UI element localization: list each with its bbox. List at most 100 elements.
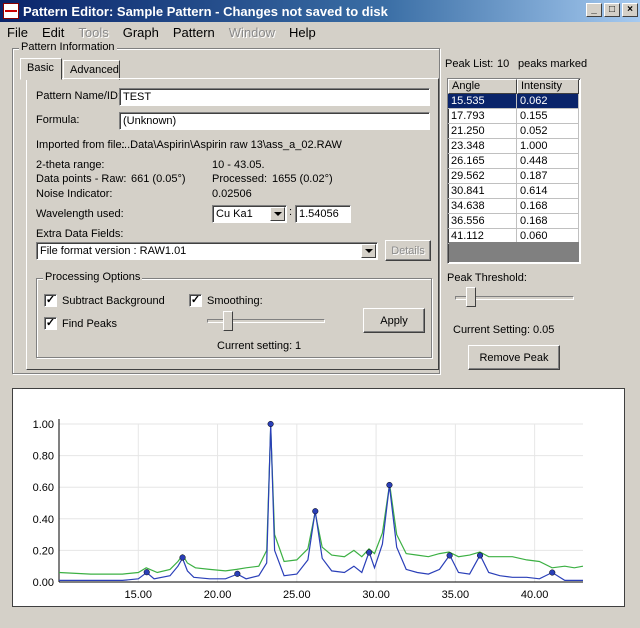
peak-intensity-cell: 1.000 [517, 139, 579, 154]
peak-table-row[interactable]: 26.165 0.448 [448, 154, 580, 169]
menu-bar: File Edit Tools Graph Pattern Window Hel… [0, 22, 640, 42]
peak-marker [366, 549, 373, 556]
peak-angle-cell: 17.793 [448, 109, 517, 124]
tab-advanced[interactable]: Advanced [63, 60, 120, 80]
data-points-raw-value: 661 (0.05°) [131, 173, 186, 185]
peak-intensity-cell: 0.448 [517, 154, 579, 169]
y-tick-label: 0.40 [33, 514, 54, 526]
peak-intensity-cell: 0.187 [517, 169, 579, 184]
wavelength-separator: : [289, 206, 293, 218]
peak-count: 10 [497, 58, 510, 70]
apply-button[interactable]: Apply [363, 308, 425, 333]
smoothing-label: Smoothing: [207, 294, 263, 307]
peak-table-row[interactable]: 23.348 1.000 [448, 139, 580, 154]
peak-angle-cell: 26.165 [448, 154, 517, 169]
imported-from-value: ...Data\Aspirin\Aspirin raw 13\ass_a_02.… [121, 139, 342, 151]
peak-list-label: Peak List: [445, 58, 494, 70]
chevron-down-icon[interactable] [361, 244, 376, 258]
details-button[interactable]: Details [385, 240, 431, 261]
y-tick-label: 0.20 [33, 545, 54, 557]
processed-label: Processed: [212, 173, 268, 185]
peak-table-row[interactable]: 30.841 0.614 [448, 184, 580, 199]
x-tick-label: 40.00 [521, 589, 549, 601]
menu-help[interactable]: Help [282, 25, 323, 40]
menu-window[interactable]: Window [222, 25, 282, 40]
pattern-name-input[interactable]: TEST [119, 88, 430, 106]
menu-edit[interactable]: Edit [35, 25, 71, 40]
y-tick-label: 0.60 [33, 482, 54, 494]
peak-intensity-cell: 0.168 [517, 199, 579, 214]
wavelength-value-input[interactable]: 1.54056 [295, 205, 351, 223]
peak-marker [234, 570, 241, 577]
extra-data-fields-label: Extra Data Fields: [36, 228, 124, 240]
subtract-background-checkbox[interactable]: ✓ [44, 294, 57, 307]
maximize-icon[interactable]: □ [604, 3, 620, 17]
x-tick-label: 30.00 [362, 589, 390, 601]
wavelength-select[interactable]: Cu Ka1 [212, 205, 287, 223]
peak-angle-cell: 34.638 [448, 199, 517, 214]
x-tick-label: 25.00 [283, 589, 311, 601]
peak-marker [549, 569, 556, 576]
processing-options-title: Processing Options [43, 271, 143, 283]
chevron-down-icon[interactable] [270, 207, 285, 221]
minimize-icon[interactable]: _ [586, 3, 602, 17]
peak-marker [143, 569, 150, 576]
smoothing-row[interactable]: ✓ Smoothing: [189, 294, 263, 307]
x-tick-label: 20.00 [204, 589, 232, 601]
subtract-background-row[interactable]: ✓ Subtract Background [44, 294, 165, 307]
peak-angle-cell: 21.250 [448, 124, 517, 139]
two-theta-label: 2-theta range: [36, 159, 105, 171]
angle-column-header[interactable]: Angle [448, 79, 517, 94]
peak-marker [312, 508, 319, 515]
peak-angle-cell: 29.562 [448, 169, 517, 184]
smoothing-current-setting-label: Current setting: [217, 340, 293, 352]
peak-current-setting-label: Current Setting: [453, 324, 531, 336]
peak-table-row[interactable]: 15.535 0.062 [448, 94, 580, 109]
x-tick-label: 35.00 [442, 589, 470, 601]
peak-table-row[interactable]: 17.793 0.155 [448, 109, 580, 124]
tab-basic[interactable]: Basic [20, 58, 62, 80]
y-tick-label: 0.80 [33, 451, 54, 463]
y-tick-label: 1.00 [33, 419, 54, 431]
menu-file[interactable]: File [0, 25, 35, 40]
peak-threshold-slider-thumb[interactable] [465, 287, 476, 307]
peak-threshold-label: Peak Threshold: [447, 272, 527, 284]
find-peaks-row[interactable]: ✓ Find Peaks [44, 317, 117, 330]
peak-list-table[interactable]: Angle Intensity 15.535 0.062 17.793 0.155 21… [447, 78, 581, 264]
extra-data-fields-select[interactable]: File format version : RAW1.01 [36, 242, 378, 260]
extra-data-fields-value: File format version : RAW1.01 [40, 245, 187, 257]
peak-table-row[interactable]: 34.638 0.168 [448, 199, 580, 214]
subtract-background-label: Subtract Background [62, 294, 165, 307]
data-points-label: Data points - Raw: [36, 173, 127, 185]
processed-value: 1655 (0.02°) [272, 173, 333, 185]
pattern-information-title: Pattern Information [19, 41, 117, 53]
peak-marker [179, 554, 186, 561]
peak-table-row[interactable]: 29.562 0.187 [448, 169, 580, 184]
formula-input[interactable]: (Unknown) [119, 112, 430, 130]
pattern-name-label: Pattern Name/ID: [36, 90, 121, 102]
peak-intensity-cell: 0.155 [517, 109, 579, 124]
intensity-column-header[interactable]: Intensity [517, 79, 579, 94]
smoothing-checkbox[interactable]: ✓ [189, 294, 202, 307]
peak-angle-cell: 36.556 [448, 214, 517, 229]
peak-intensity-cell: 0.062 [517, 94, 579, 109]
find-peaks-checkbox[interactable]: ✓ [44, 317, 57, 330]
remove-peak-button[interactable]: Remove Peak [468, 345, 560, 370]
peak-marker [386, 481, 393, 489]
wavelength-select-value: Cu Ka1 [216, 208, 253, 220]
peak-table-row[interactable]: 21.250 0.052 [448, 124, 580, 139]
smoothing-slider-thumb[interactable] [223, 311, 234, 331]
menu-pattern[interactable]: Pattern [166, 25, 222, 40]
peak-current-setting-value: 0.05 [533, 324, 555, 336]
menu-tools[interactable]: Tools [71, 25, 115, 40]
close-icon[interactable]: × [622, 3, 638, 17]
pattern-editor-icon [3, 3, 19, 19]
peak-intensity-cell: 0.052 [517, 124, 579, 139]
find-peaks-label: Find Peaks [62, 317, 118, 330]
menu-graph[interactable]: Graph [116, 25, 166, 40]
pattern-chart[interactable]: 0.00 0.20 0.40 0.60 0.80 1.00 15.00 20.00 25.00 3… [13, 389, 624, 606]
peak-marker [267, 420, 274, 428]
pattern-chart-panel[interactable]: 0.00 0.20 0.40 0.60 0.80 1.00 15.00 20.00 25.00 3… [12, 388, 625, 607]
noise-indicator-value: 0.02506 [212, 188, 252, 200]
peak-table-row[interactable]: 36.556 0.168 [448, 214, 580, 229]
